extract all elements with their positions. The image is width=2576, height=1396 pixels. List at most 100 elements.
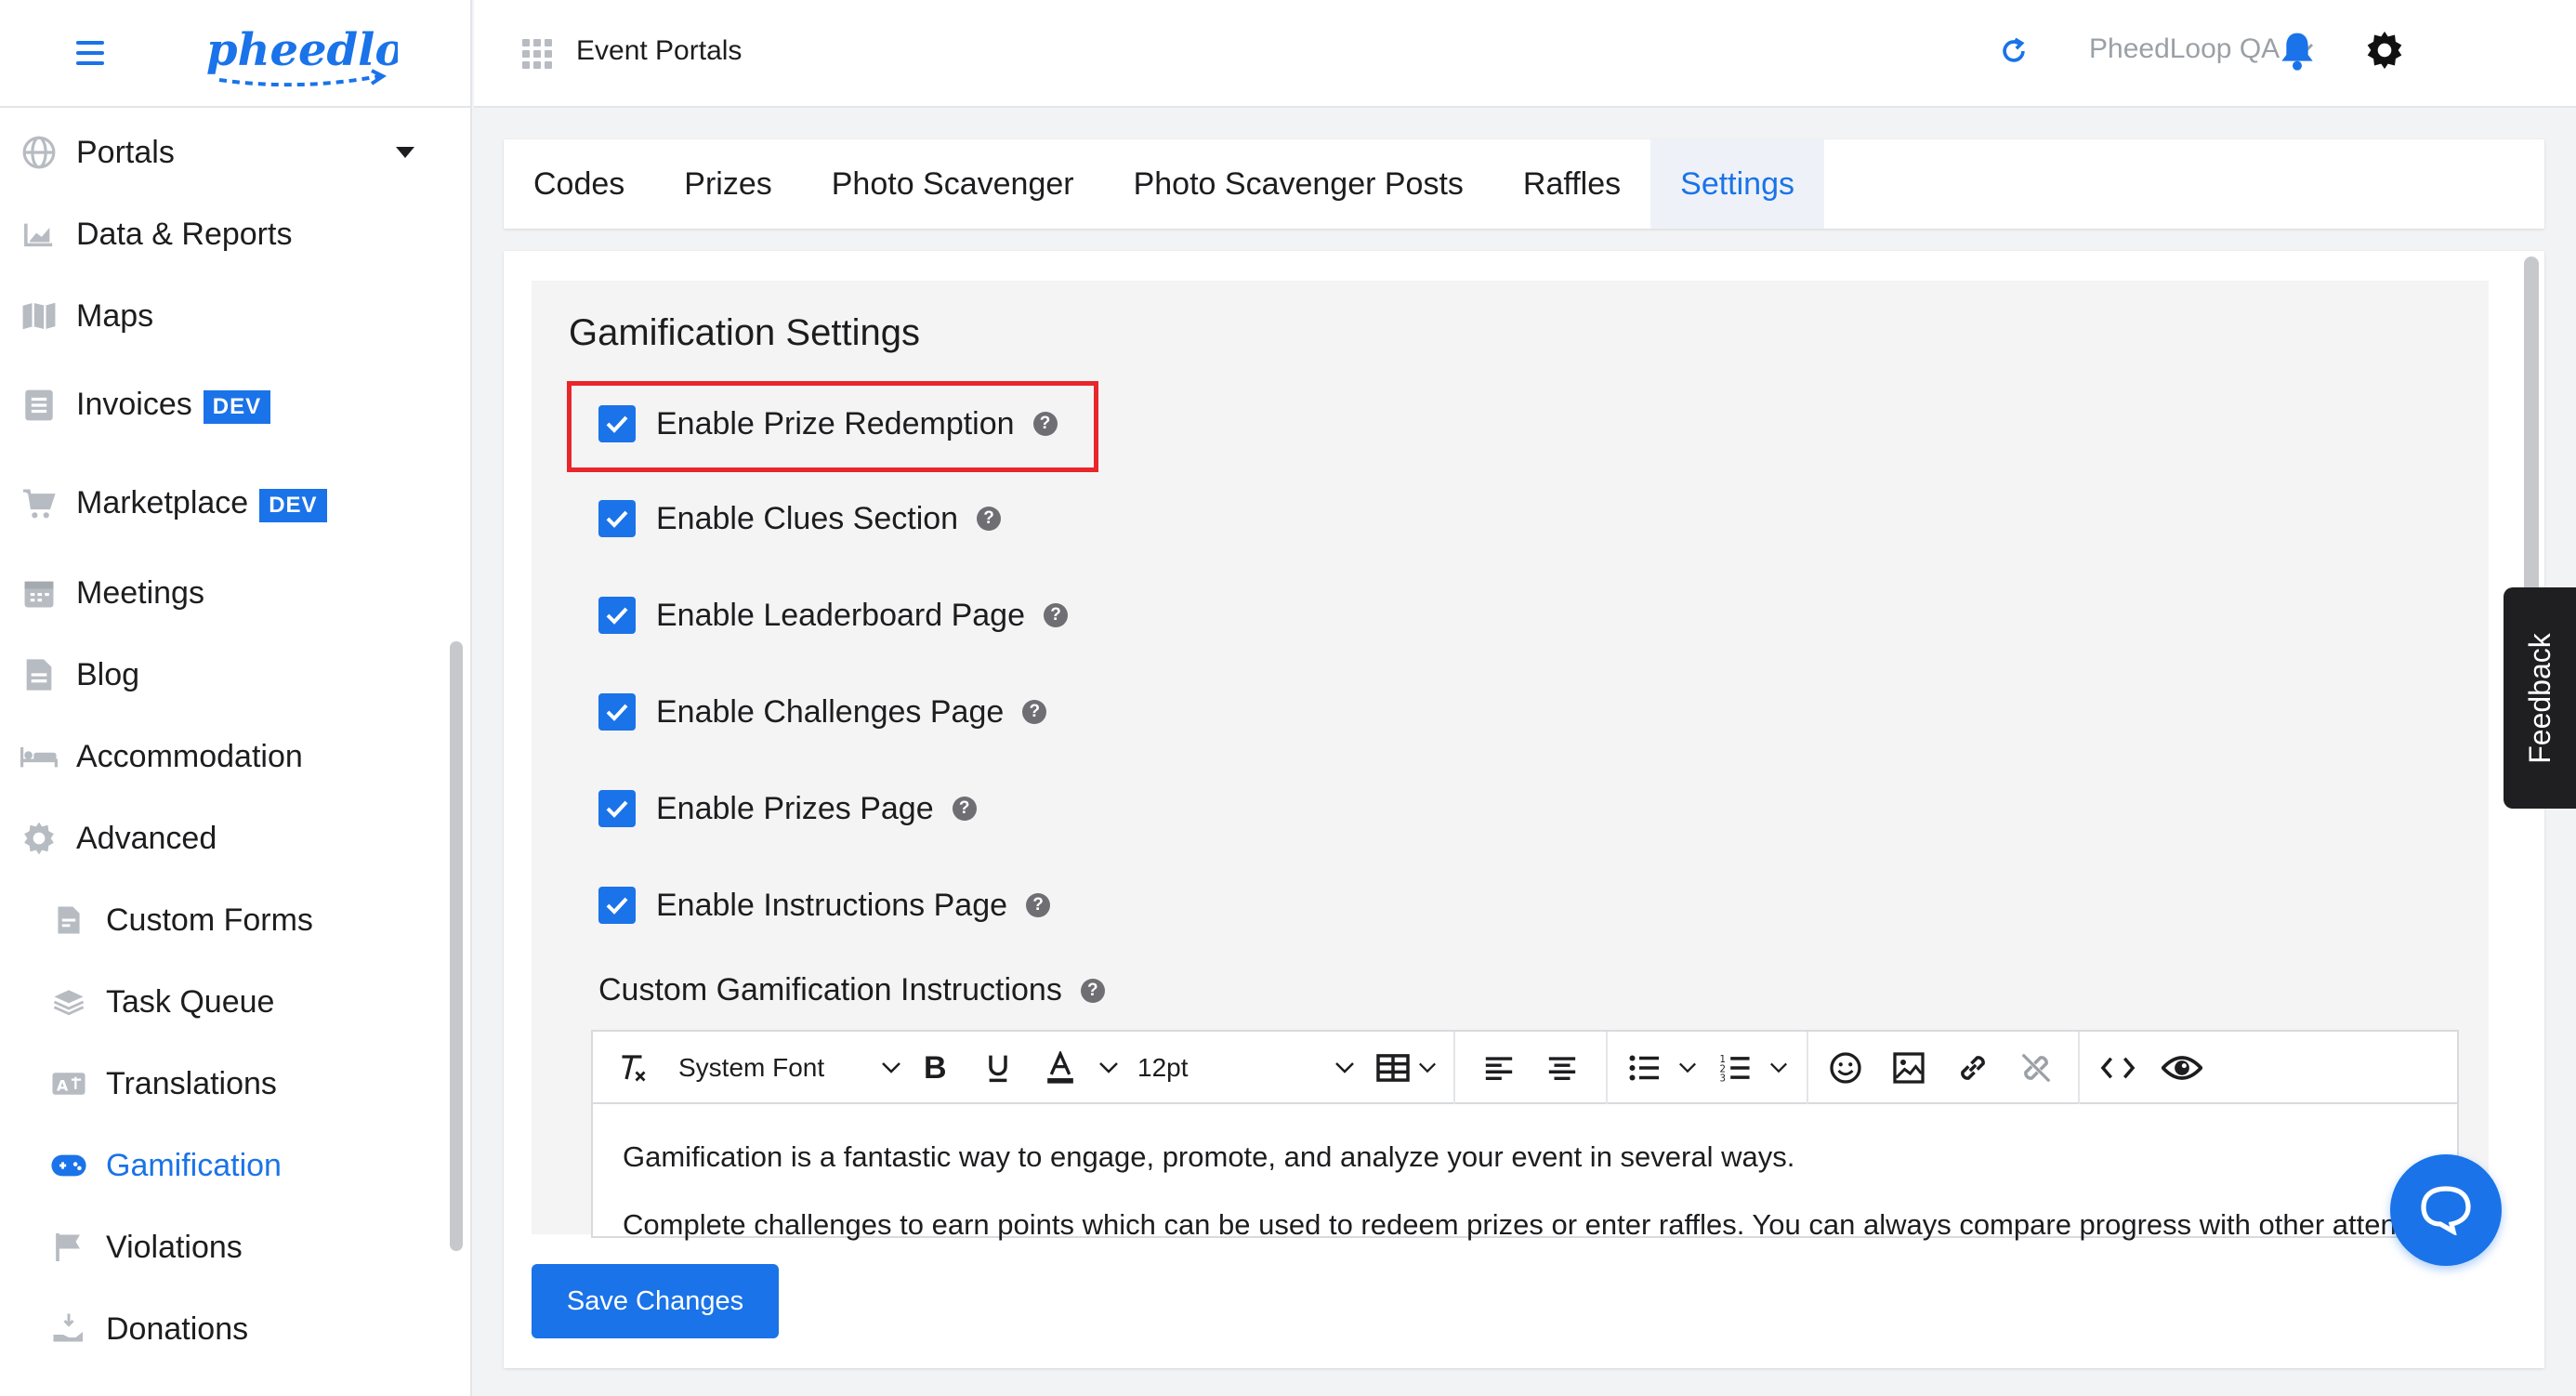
sidebar-item-label: Data & Reports [76,216,293,252]
sidebar-item-marketplace[interactable]: Marketplace DEV [0,476,444,532]
content-scrollbar[interactable] [2524,257,2539,612]
editor-content[interactable]: Gamification is a fantastic way to engag… [593,1104,2467,1278]
align-left-icon[interactable] [1483,1032,1515,1104]
svg-text:3: 3 [1720,1074,1726,1083]
flag-icon [50,1229,87,1266]
sidebar-item-label: Blog [76,656,140,692]
option-enable-instructions-page[interactable]: Enable Instructions Page ? [598,883,1051,928]
tab-raffles[interactable]: Raffles [1493,139,1650,229]
settings-gear-icon[interactable] [2364,30,2405,71]
option-label: Enable Instructions Page [656,887,1008,923]
sidebar-item-donations[interactable]: Donations [0,1301,444,1357]
option-enable-challenges-page[interactable]: Enable Challenges Page ? [598,690,1047,734]
save-changes-button[interactable]: Save Changes [532,1264,779,1338]
font-size-select[interactable]: 12pt [1137,1032,1355,1104]
checkbox[interactable] [598,405,636,442]
clear-formatting-icon[interactable] [615,1032,649,1104]
sidebar-item-meetings[interactable]: Meetings [0,565,444,621]
option-enable-leaderboard-page[interactable]: Enable Leaderboard Page ? [598,593,1068,638]
unlink-icon[interactable] [2018,1032,2054,1104]
help-icon[interactable]: ? [1026,893,1051,917]
notification-bell-icon[interactable] [2279,30,2316,71]
feedback-tab[interactable]: Feedback [2504,587,2576,809]
editor-paragraph: Gamification is a fantastic way to engag… [623,1140,1795,1173]
page-title: Event Portals [576,35,743,66]
preview-eye-icon[interactable] [2162,1032,2202,1104]
sidebar-item-advanced[interactable]: Advanced [0,810,444,866]
table-icon[interactable] [1375,1032,1411,1104]
sidebar-item-data-reports[interactable]: Data & Reports [0,206,444,262]
checkbox[interactable] [598,887,636,924]
checkbox[interactable] [598,500,636,537]
sidebar-item-label: Marketplace DEV [76,485,327,522]
option-enable-prize-redemption[interactable]: Enable Prize Redemption ? [598,402,1058,446]
tab-photo-scavenger[interactable]: Photo Scavenger [802,139,1104,229]
font-family-value: System Font [678,1053,825,1082]
sidebar-item-maps[interactable]: Maps [0,288,444,344]
sidebar-item-label: Gamification [106,1147,282,1183]
emoji-icon[interactable] [1829,1032,1862,1104]
help-icon[interactable]: ? [1032,412,1058,436]
text-color-chevron-icon[interactable] [1098,1032,1119,1104]
font-family-select[interactable]: System Font [678,1032,901,1104]
text-color-icon[interactable] [1045,1032,1076,1104]
sidebar-item-accommodation[interactable]: Accommodation [0,729,444,784]
top-bar: Event Portals PheedLoop QA [474,0,2576,108]
option-enable-prizes-page[interactable]: Enable Prizes Page ? [598,786,977,831]
feedback-label: Feedback [2522,632,2556,764]
image-icon[interactable] [1892,1032,1925,1104]
sidebar-item-violations[interactable]: Violations [0,1219,444,1275]
apps-grid-icon[interactable] [522,39,552,69]
bullet-list-icon[interactable] [1628,1032,1662,1104]
source-code-icon[interactable] [2100,1032,2136,1104]
donation-icon [50,1310,87,1348]
tab-settings[interactable]: Settings [1650,139,1824,229]
organization-name: PheedLoop QA [2089,33,2280,64]
help-icon[interactable]: ? [1022,700,1047,724]
logo-bar: pheedloop [0,0,470,108]
chat-support-button[interactable] [2390,1154,2502,1266]
sidebar-item-translations[interactable]: A Translations [0,1056,444,1112]
option-label: Enable Clues Section [656,500,959,536]
numbered-list-icon[interactable]: 123 [1719,1032,1753,1104]
help-icon[interactable]: ? [952,797,977,821]
sidebar-item-task-queue[interactable]: Task Queue [0,974,444,1030]
link-icon[interactable] [1955,1032,1991,1104]
document-icon [20,656,58,693]
font-size-value: 12pt [1137,1053,1189,1082]
help-icon[interactable]: ? [1044,603,1068,627]
tab-prizes[interactable]: Prizes [654,139,801,229]
chevron-down-icon [1335,1062,1354,1073]
bullet-list-chevron-icon[interactable] [1678,1032,1697,1104]
pheedloop-logo[interactable]: pheedloop [203,19,398,89]
sidebar-item-label: Violations [106,1229,243,1265]
numbered-list-chevron-icon[interactable] [1769,1032,1788,1104]
table-chevron-icon[interactable] [1418,1032,1437,1104]
option-enable-clues-section[interactable]: Enable Clues Section ? [598,496,1002,541]
sidebar-item-blog[interactable]: Blog [0,647,444,703]
refresh-icon[interactable] [1998,35,2030,67]
sidebar-item-invoices[interactable]: Invoices DEV [0,377,444,433]
help-icon[interactable]: ? [977,507,1002,531]
cart-icon [20,485,58,522]
tab-bar: Codes Prizes Photo Scavenger Photo Scave… [504,139,2544,229]
sidebar-item-custom-forms[interactable]: Custom Forms [0,892,444,948]
form-icon [50,902,87,939]
checkbox[interactable] [598,597,636,634]
underline-icon[interactable] [985,1032,1011,1104]
align-center-icon[interactable] [1546,1032,1578,1104]
tab-codes[interactable]: Codes [504,139,654,229]
help-icon[interactable]: ? [1080,978,1105,1003]
chat-bubble-icon [2421,1186,2471,1235]
translate-icon: A [50,1065,87,1102]
hamburger-menu-icon[interactable] [76,41,104,65]
sidebar-item-portals[interactable]: Portals [0,125,444,180]
checkbox[interactable] [598,790,636,827]
sidebar-item-label: Custom Forms [106,902,313,938]
checkbox[interactable] [598,693,636,731]
bold-icon[interactable]: B [924,1032,947,1104]
tab-photo-scavenger-posts[interactable]: Photo Scavenger Posts [1104,139,1493,229]
sidebar-scrollbar[interactable] [450,641,463,1251]
caret-down-icon[interactable] [396,147,414,158]
sidebar-item-gamification[interactable]: Gamification [0,1138,444,1193]
